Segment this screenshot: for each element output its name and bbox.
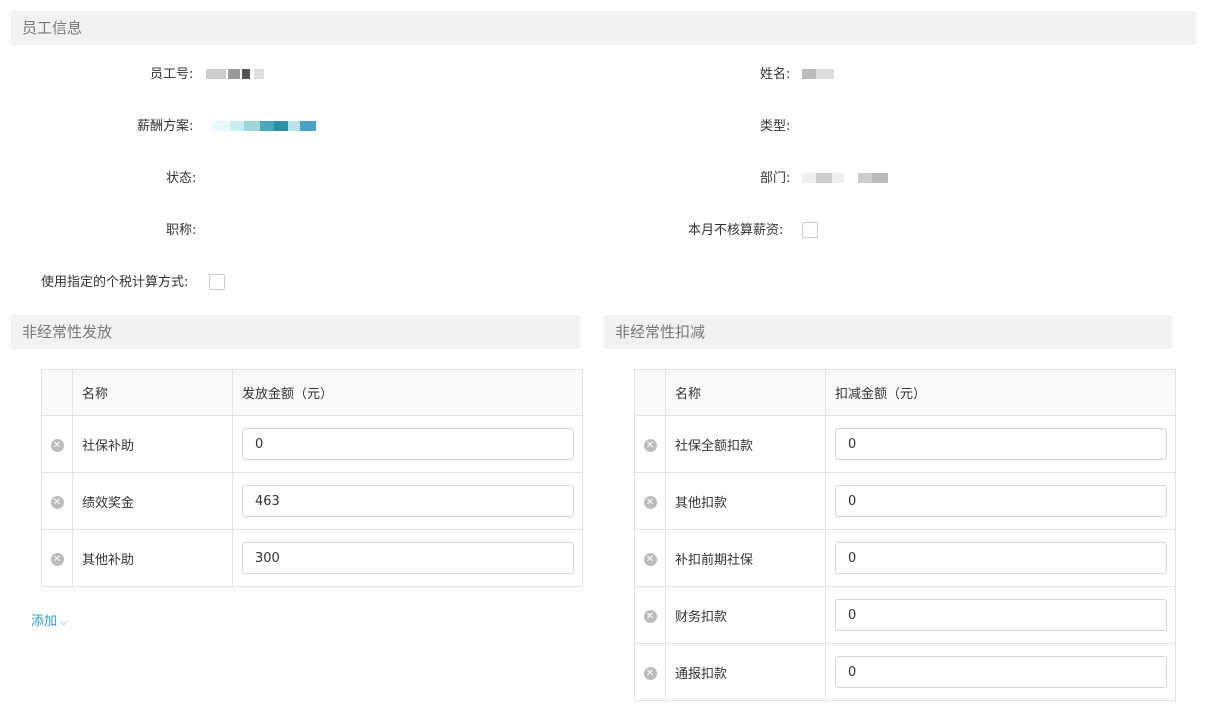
employee-no-value xyxy=(206,66,264,84)
table-row: ✕ 财务扣款 xyxy=(634,586,1176,644)
salary-plan-label: 薪酬方案: xyxy=(137,119,194,134)
row-name: 社保全额扣款 xyxy=(665,415,826,473)
col-amount-header: 扣减金额（元） xyxy=(825,369,1176,416)
circle-x-icon[interactable]: ✕ xyxy=(50,438,64,452)
add-label: 添加 xyxy=(31,614,58,629)
table-row: ✕ 绩效奖金 xyxy=(41,472,583,530)
dept-label: 部门: xyxy=(760,171,791,186)
tax-method-checkbox[interactable] xyxy=(209,274,225,290)
employee-no-label: 员工号: xyxy=(150,67,194,82)
payments-table: 名称 发放金额（元） ✕ 社保补助 ✕ 绩效奖金 ✕ 其他补助 xyxy=(41,369,583,587)
section-header-deductions: 非经常性扣减 xyxy=(604,315,1172,349)
amount-input[interactable] xyxy=(835,599,1167,631)
amount-input[interactable] xyxy=(835,485,1167,517)
table-header-row: 名称 发放金额（元） xyxy=(41,369,583,416)
no-salary-label: 本月不核算薪资: xyxy=(688,223,784,238)
section-header-employee-info: 员工信息 xyxy=(11,11,1196,45)
circle-x-icon[interactable]: ✕ xyxy=(50,552,64,566)
amount-input[interactable] xyxy=(835,428,1167,460)
row-name: 财务扣款 xyxy=(665,586,826,644)
table-row: ✕ 社保全额扣款 xyxy=(634,415,1176,473)
add-payment-button[interactable]: 添加 ⌵ xyxy=(31,610,68,629)
chevron-down-icon: ⌵ xyxy=(60,617,68,628)
table-row: ✕ 补扣前期社保 xyxy=(634,529,1176,587)
row-name: 通报扣款 xyxy=(665,643,826,701)
circle-x-icon[interactable]: ✕ xyxy=(643,552,657,566)
dept-value xyxy=(802,170,888,188)
col-amount-header: 发放金额（元） xyxy=(232,369,583,416)
section-header-payments: 非经常性发放 xyxy=(11,315,580,349)
table-row: ✕ 其他补助 xyxy=(41,529,583,587)
amount-input[interactable] xyxy=(242,485,574,517)
status-label: 状态: xyxy=(166,171,197,186)
table-row: ✕ 其他扣款 xyxy=(634,472,1176,530)
salary-plan-value xyxy=(212,118,316,136)
header-blank-cell xyxy=(41,369,73,416)
no-salary-checkbox[interactable] xyxy=(802,222,818,238)
circle-x-icon[interactable]: ✕ xyxy=(50,495,64,509)
header-blank-cell xyxy=(634,369,666,416)
row-name: 其他补助 xyxy=(72,529,233,587)
deductions-table: 名称 扣减金额（元） ✕ 社保全额扣款 ✕ 其他扣款 ✕ 补扣前期社保 ✕ 财务… xyxy=(634,369,1176,701)
name-value xyxy=(802,66,834,84)
row-name: 社保补助 xyxy=(72,415,233,473)
circle-x-icon[interactable]: ✕ xyxy=(643,495,657,509)
row-name: 绩效奖金 xyxy=(72,472,233,530)
row-name: 其他扣款 xyxy=(665,472,826,530)
circle-x-icon[interactable]: ✕ xyxy=(643,438,657,452)
col-name-header: 名称 xyxy=(665,369,826,416)
table-row: ✕ 社保补助 xyxy=(41,415,583,473)
amount-input[interactable] xyxy=(242,542,574,574)
type-label: 类型: xyxy=(760,119,791,134)
amount-input[interactable] xyxy=(242,428,574,460)
name-label: 姓名: xyxy=(760,67,791,82)
table-header-row: 名称 扣减金额（元） xyxy=(634,369,1176,416)
table-row: ✕ 通报扣款 xyxy=(634,643,1176,701)
tax-method-label: 使用指定的个税计算方式: xyxy=(41,275,189,290)
amount-input[interactable] xyxy=(835,542,1167,574)
job-title-label: 职称: xyxy=(166,223,197,238)
circle-x-icon[interactable]: ✕ xyxy=(643,666,657,680)
circle-x-icon[interactable]: ✕ xyxy=(643,609,657,623)
amount-input[interactable] xyxy=(835,656,1167,688)
col-name-header: 名称 xyxy=(72,369,233,416)
row-name: 补扣前期社保 xyxy=(665,529,826,587)
